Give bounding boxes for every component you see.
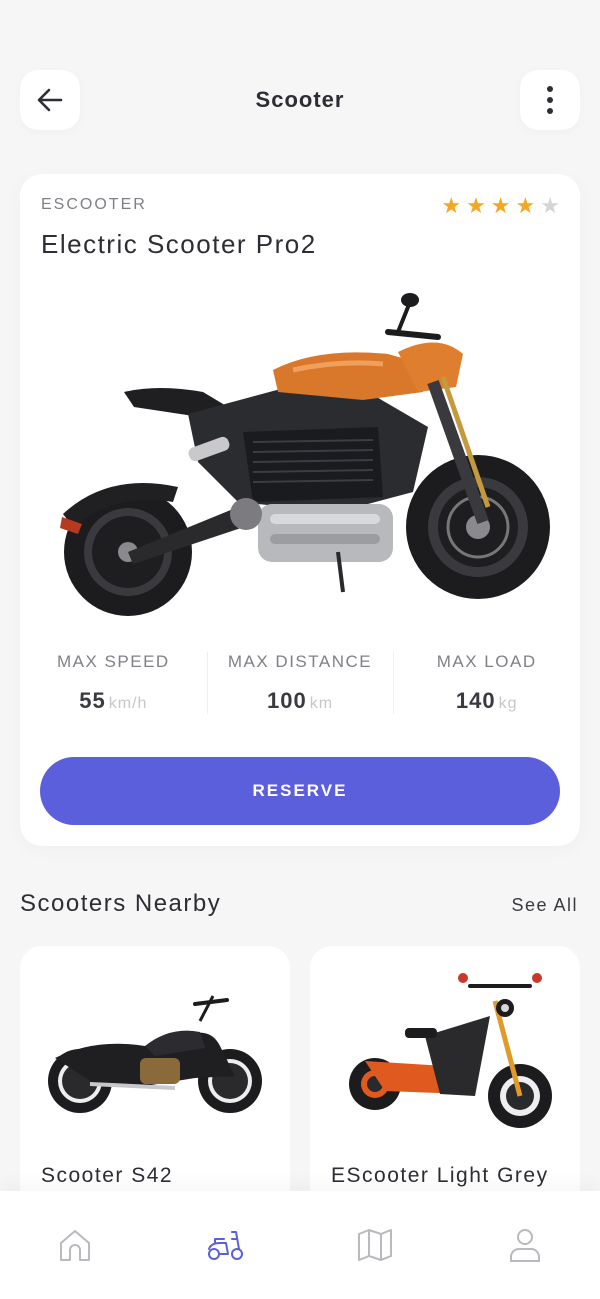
- nearby-scooter-name: Scooter S42: [41, 1164, 174, 1187]
- spec-value: 100 km: [207, 688, 394, 714]
- nav-home[interactable]: [55, 1227, 95, 1267]
- spec-max-load: MAX LOAD 140 kg: [393, 652, 580, 716]
- spec-max-distance: MAX DISTANCE 100 km: [206, 652, 394, 716]
- spec-number: 55: [79, 688, 106, 713]
- rating-stars: ★ ★ ★ ★ ★: [441, 195, 560, 217]
- spec-label: MAX DISTANCE: [227, 652, 373, 671]
- nearby-scooter-name: EScooter Light Grey: [331, 1164, 549, 1187]
- spec-unit: km: [309, 695, 334, 712]
- user-icon: [510, 1229, 540, 1262]
- more-options-button[interactable]: [520, 70, 580, 130]
- scooter-name: Electric Scooter Pro2: [41, 229, 317, 259]
- page-title: Scooter: [255, 87, 345, 112]
- star-icon: ★: [466, 193, 486, 218]
- spec-number: 100: [266, 688, 307, 713]
- see-all-link[interactable]: See All: [511, 895, 578, 916]
- spec-label: MAX LOAD: [436, 652, 537, 671]
- spec-row: MAX SPEED 55 km/h MAX DISTANCE 100 km MAX …: [20, 652, 580, 716]
- spec-unit: km/h: [108, 695, 148, 712]
- star-icon: ★: [441, 193, 462, 218]
- bottom-navigation: [0, 1191, 600, 1299]
- spec-max-speed: MAX SPEED 55 km/h: [20, 652, 207, 716]
- nav-map[interactable]: [355, 1227, 395, 1267]
- map-icon: [358, 1229, 392, 1261]
- nearby-section-title: Scooters Nearby: [20, 890, 222, 917]
- star-icon: ★: [490, 193, 511, 218]
- star-empty-icon: ★: [540, 193, 560, 218]
- header: Scooter: [20, 70, 580, 130]
- spec-number: 140: [455, 688, 496, 713]
- nav-scooter[interactable]: [205, 1227, 245, 1267]
- scooter-icon: [208, 1231, 243, 1260]
- star-icon: ★: [515, 193, 536, 218]
- home-icon: [60, 1230, 90, 1261]
- featured-scooter-card: ESCOOTER ★ ★ ★ ★ ★ Electric Scooter Pro2: [20, 174, 580, 846]
- spec-value: 55 km/h: [20, 688, 207, 714]
- reserve-button[interactable]: RESERVE: [40, 757, 560, 825]
- spec-label: MAX SPEED: [56, 652, 170, 671]
- more-vertical-icon: [547, 86, 553, 114]
- spec-value: 140 kg: [393, 688, 580, 714]
- electric-moped-orange-image: [349, 973, 552, 1128]
- spec-unit: kg: [498, 695, 518, 712]
- black-cruiser-motorcycle-image: [48, 995, 262, 1113]
- electric-motorcycle-image: [60, 293, 550, 616]
- nav-profile[interactable]: [505, 1227, 545, 1267]
- scooter-category: ESCOOTER: [41, 196, 147, 213]
